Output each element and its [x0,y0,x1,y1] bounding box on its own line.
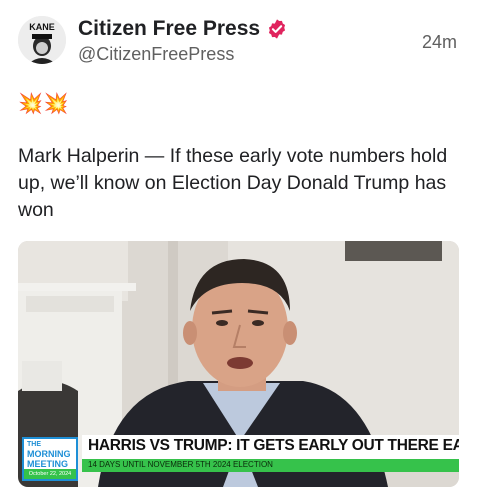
show-name-line1: THE [27,441,41,448]
chyron-headline: HARRIS VS TRUMP: IT GETS EARLY OUT THERE… [88,437,459,454]
handle[interactable]: @CitizenFreePress [78,44,234,65]
verified-badge-icon [269,19,286,39]
author-row: Citizen Free Press [78,15,288,43]
news-lower-third: THE MORNING MEETING October 22, 2024 HAR… [18,432,459,487]
chyron-subheadline: 14 DAYS UNTIL NOVEMBER 5TH 2024 ELECTION [88,460,273,469]
headline-bar: HARRIS VS TRUMP: IT GETS EARLY OUT THERE… [82,435,459,459]
avatar[interactable]: KANE [18,16,66,64]
display-name[interactable]: Citizen Free Press [78,17,260,41]
post-text: Mark Halperin — If these early vote numb… [18,145,448,221]
timestamp[interactable]: 24m [422,32,457,53]
avatar-logo-text: KANE [29,22,55,32]
show-name-line2: MORNING [27,449,71,459]
video-thumbnail[interactable]: THE MORNING MEETING October 22, 2024 HAR… [18,241,459,487]
emoji-line: 💥💥 [18,93,70,115]
show-name-line3: MEETING [27,459,69,469]
show-logo: THE MORNING MEETING October 22, 2024 [22,437,78,481]
avatar-image: KANE [18,16,66,64]
subheadline-bar: 14 DAYS UNTIL NOVEMBER 5TH 2024 ELECTION [82,459,459,472]
show-date: October 22, 2024 [24,469,76,479]
